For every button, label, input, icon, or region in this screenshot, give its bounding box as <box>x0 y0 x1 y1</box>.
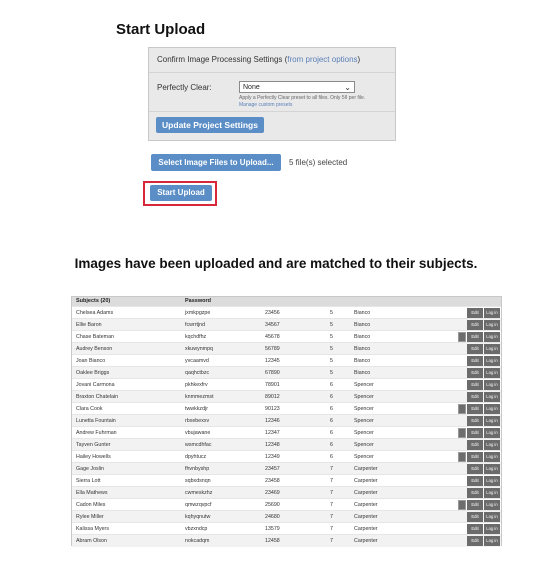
login-button[interactable]: Log in <box>484 344 500 354</box>
login-button[interactable]: Log in <box>484 524 500 534</box>
login-button[interactable]: Log in <box>484 536 500 546</box>
subject-grade: 7 <box>330 538 333 544</box>
project-options-link[interactable]: from project options <box>287 55 357 64</box>
login-button[interactable]: Log in <box>484 380 500 390</box>
edit-button[interactable]: Edit <box>467 416 483 426</box>
confirm-settings-row: Confirm Image Processing Settings (from … <box>149 48 395 73</box>
login-button[interactable]: Log in <box>484 464 500 474</box>
login-button[interactable]: Log in <box>484 452 500 462</box>
login-button[interactable]: Log in <box>484 392 500 402</box>
edit-button[interactable]: Edit <box>467 392 483 402</box>
manage-presets-link[interactable]: Manage custom presets <box>239 102 292 108</box>
edit-button[interactable]: Edit <box>467 500 483 510</box>
edit-button[interactable]: Edit <box>467 332 483 342</box>
login-button[interactable]: Log in <box>484 356 500 366</box>
edit-button[interactable]: Edit <box>467 428 483 438</box>
edit-button[interactable]: Edit <box>467 440 483 450</box>
chevron-down-icon: ⌄ <box>344 83 351 92</box>
matched-heading: Images have been uploaded and are matche… <box>74 256 478 271</box>
login-button[interactable]: Log in <box>484 320 500 330</box>
start-upload-heading: Start Upload <box>116 21 206 38</box>
perfectly-clear-value: None <box>243 84 260 91</box>
edit-button[interactable]: Edit <box>467 452 483 462</box>
edit-button[interactable]: Edit <box>467 476 483 486</box>
confirm-settings-text: Confirm Image Processing Settings ( <box>157 55 288 64</box>
perfectly-clear-help: Apply a Perfectly Clear preset to all fi… <box>239 95 366 101</box>
login-button[interactable]: Log in <box>484 308 500 318</box>
start-upload-button[interactable]: Start Upload <box>150 185 212 201</box>
perfectly-clear-select[interactable]: None ⌄ <box>239 81 355 93</box>
edit-button[interactable]: Edit <box>467 308 483 318</box>
edit-button[interactable]: Edit <box>467 404 483 414</box>
login-button[interactable]: Log in <box>484 512 500 522</box>
perfectly-clear-label: Perfectly Clear: <box>157 83 212 92</box>
login-button[interactable]: Log in <box>484 500 500 510</box>
table-header: Subjects (20) Password <box>72 297 501 306</box>
photo-thumbnail[interactable] <box>458 428 466 438</box>
subject-password: nokcadqm <box>185 538 210 544</box>
login-button[interactable]: Log in <box>484 368 500 378</box>
edit-button[interactable]: Edit <box>467 524 483 534</box>
subject-name: Abram Olson <box>76 538 107 544</box>
edit-button[interactable]: Edit <box>467 356 483 366</box>
photo-thumbnail[interactable] <box>458 452 466 462</box>
update-project-settings-button[interactable]: Update Project Settings <box>156 117 264 133</box>
edit-button[interactable]: Edit <box>467 380 483 390</box>
password-header: Password <box>185 298 211 304</box>
login-button[interactable]: Log in <box>484 404 500 414</box>
edit-button[interactable]: Edit <box>467 464 483 474</box>
edit-button[interactable]: Edit <box>467 488 483 498</box>
photo-thumbnail[interactable] <box>458 500 466 510</box>
subjects-header: Subjects (20) <box>76 298 111 304</box>
subject-teacher: Carpenter <box>354 538 378 544</box>
login-button[interactable]: Log in <box>484 488 500 498</box>
edit-button[interactable]: Edit <box>467 512 483 522</box>
select-files-button[interactable]: Select Image Files to Upload... <box>151 154 281 171</box>
edit-button[interactable]: Edit <box>467 368 483 378</box>
perfectly-clear-row: Perfectly Clear: None ⌄ Apply a Perfectl… <box>149 73 395 112</box>
files-selected-status: 5 file(s) selected <box>289 158 348 167</box>
subject-id: 12458 <box>265 538 280 544</box>
login-button[interactable]: Log in <box>484 332 500 342</box>
subjects-table: Subjects (20) Password Chelsea Adams jxmk… <box>71 296 502 547</box>
edit-button[interactable]: Edit <box>467 344 483 354</box>
confirm-settings-close: ) <box>357 55 361 64</box>
login-button[interactable]: Log in <box>484 428 500 438</box>
photo-thumbnail[interactable] <box>458 404 466 414</box>
login-button[interactable]: Log in <box>484 416 500 426</box>
login-button[interactable]: Log in <box>484 476 500 486</box>
edit-button[interactable]: Edit <box>467 320 483 330</box>
edit-button[interactable]: Edit <box>467 536 483 546</box>
processing-settings-panel: Confirm Image Processing Settings (from … <box>148 47 396 141</box>
photo-thumbnail[interactable] <box>458 332 466 342</box>
table-row: Abram Olson nokcadqm 12458 7 Carpenter Edit Lo… <box>72 534 501 547</box>
login-button[interactable]: Log in <box>484 440 500 450</box>
